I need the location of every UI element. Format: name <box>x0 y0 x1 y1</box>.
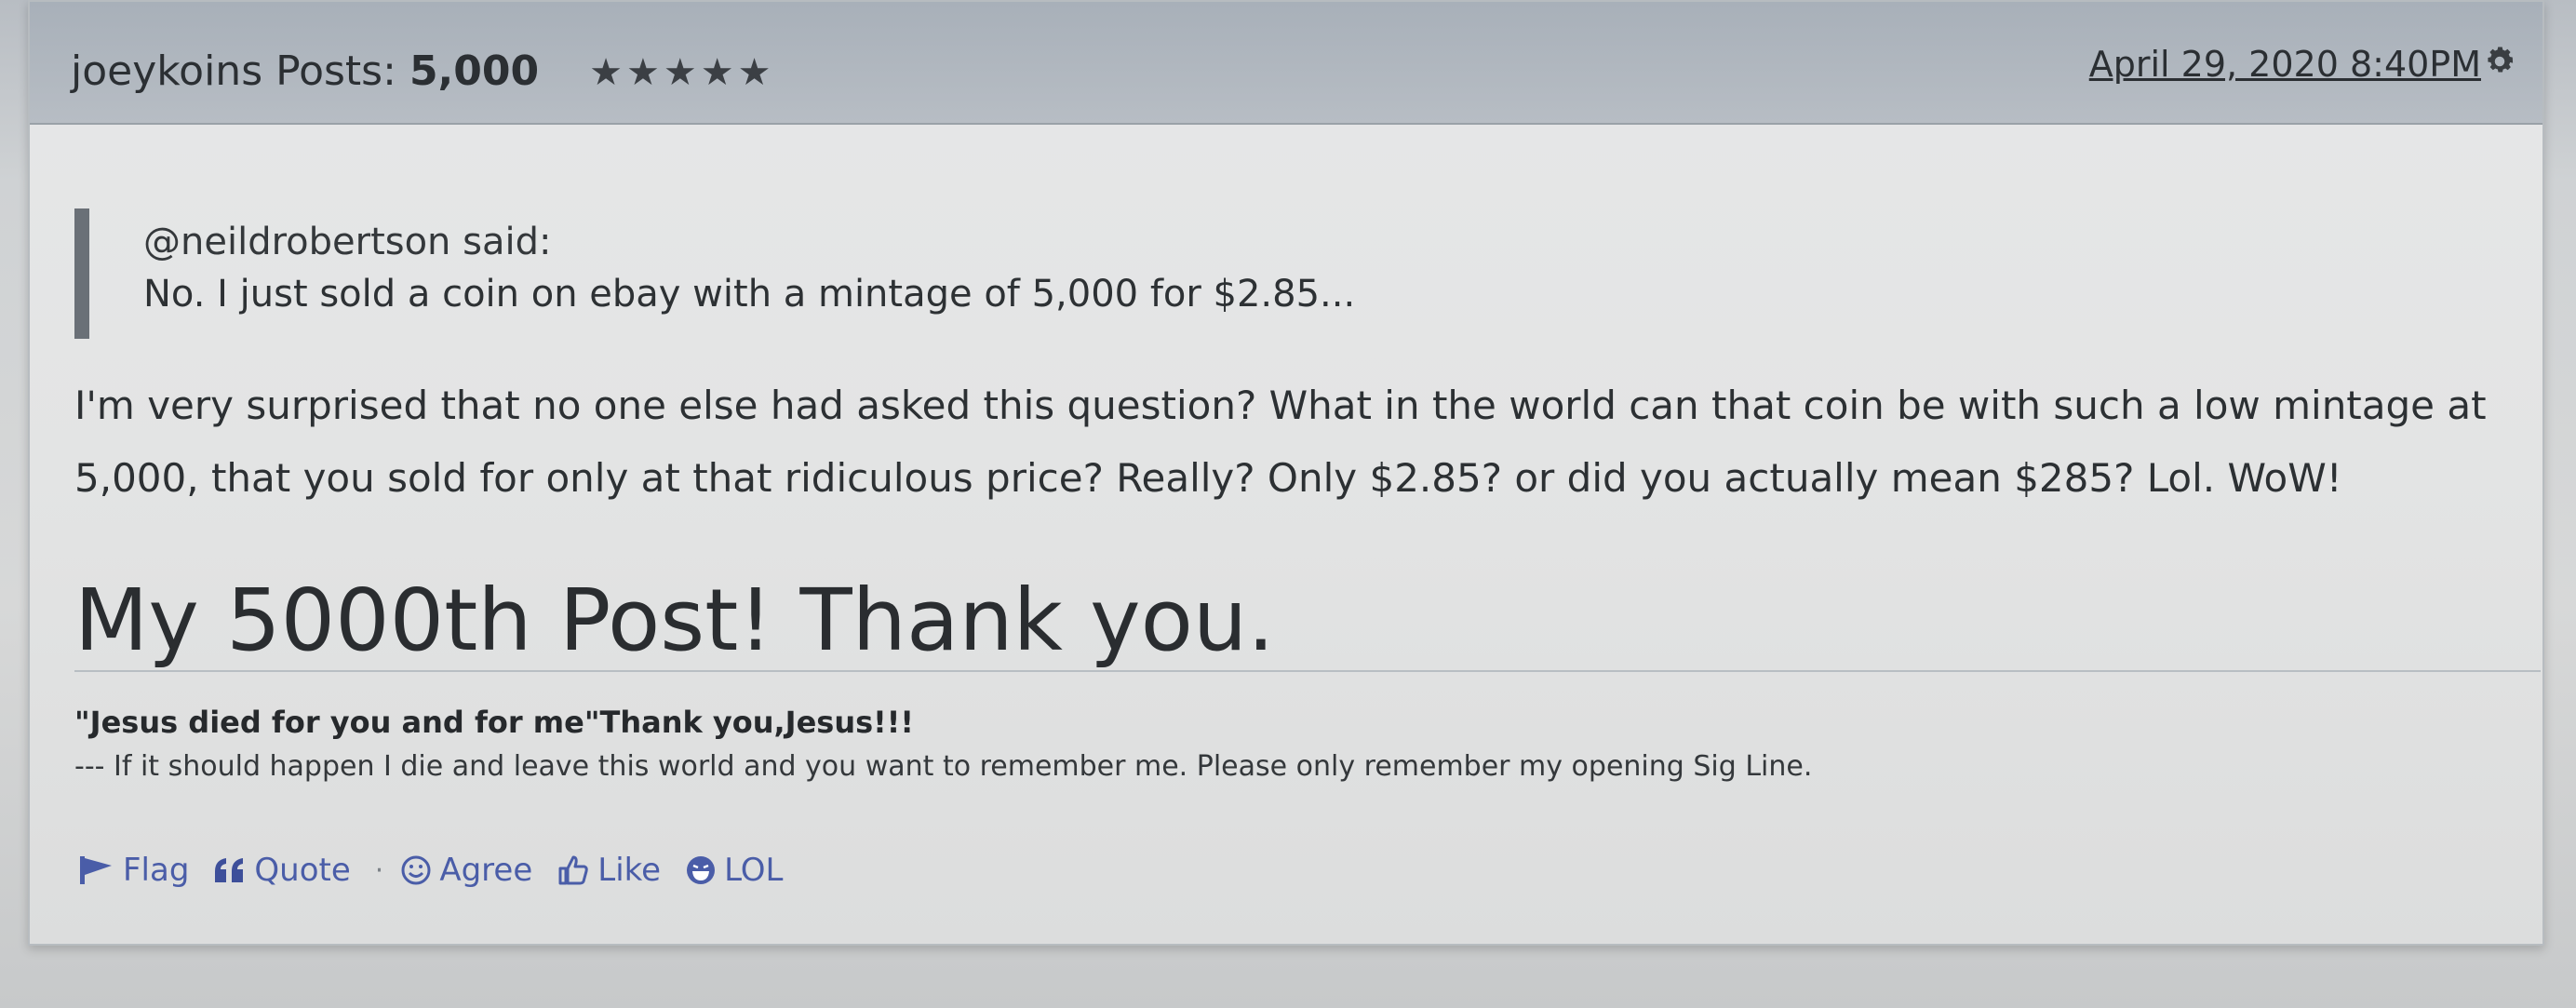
gear-icon[interactable] <box>2483 45 2516 78</box>
post-actions: Flag Quote · Agree Like LOL <box>78 844 808 896</box>
flag-button[interactable]: Flag <box>78 852 189 889</box>
post-date-link[interactable]: April 29, 2020 8:40PM <box>2089 41 2481 87</box>
quote-author[interactable]: @neildrobertson said: <box>143 208 1539 268</box>
posts-count: 5,000 <box>409 47 540 95</box>
signature-line-1: "Jesus died for you and for me"Thank you… <box>74 705 914 740</box>
post-headline: My 5000th Post! Thank you. <box>74 571 1275 670</box>
lol-label: LOL <box>724 852 784 889</box>
quote-icon <box>215 858 244 882</box>
quote-block: @neildrobertson said: No. I just sold a … <box>74 208 1539 339</box>
posts-label: Posts: <box>275 47 396 95</box>
lol-button[interactable]: LOL <box>685 852 784 889</box>
post-card: joeykoins Posts: 5,000 ★★★★★ April 29, 2… <box>28 0 2544 946</box>
quote-button[interactable]: Quote <box>213 852 351 889</box>
action-separator: · <box>374 853 384 887</box>
signature-divider <box>74 670 2541 672</box>
thumbs-up-icon <box>558 855 589 885</box>
signature-line-2: --- If it should happen I die and leave … <box>74 750 1813 783</box>
author-meta: joeykoins Posts: 5,000 ★★★★★ <box>71 47 774 98</box>
laugh-icon <box>687 856 716 884</box>
like-button[interactable]: Like <box>557 852 661 889</box>
quote-text: No. I just sold a coin on ebay with a mi… <box>143 273 1356 316</box>
post-body-text: I'm very surprised that no one else had … <box>74 383 2487 501</box>
smile-icon <box>401 855 431 885</box>
agree-label: Agree <box>439 852 533 889</box>
quote-label: Quote <box>254 852 351 889</box>
flag-label: Flag <box>123 852 190 889</box>
author-name[interactable]: joeykoins <box>71 47 262 95</box>
like-label: Like <box>597 852 662 889</box>
rank-stars: ★★★★★ <box>589 51 775 94</box>
flag-icon <box>80 856 112 884</box>
agree-button[interactable]: Agree <box>400 852 532 889</box>
post-header: joeykoins Posts: 5,000 ★★★★★ April 29, 2… <box>30 2 2542 125</box>
